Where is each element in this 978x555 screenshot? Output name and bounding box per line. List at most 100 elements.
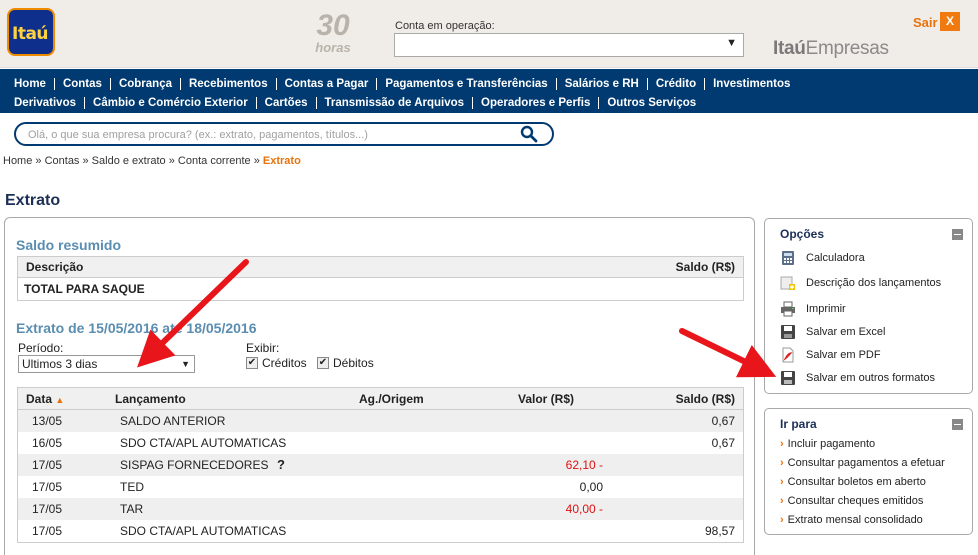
col-descricao: Descrição [26,260,84,274]
nav-item-cobranca[interactable]: Cobrança [109,77,180,90]
nav-item-salarios-e-rh[interactable]: Salários e RH [555,77,647,90]
table-row: 17/05 SDO CTA/APL AUTOMATICAS 98,57 [18,520,743,542]
ir-para-link[interactable]: Consultar boletos em aberto [780,476,926,488]
nav-item-contas-a-pagar[interactable]: Contas a Pagar [275,77,377,90]
opcoes-panel: Opções Calculadora Descrição dos lançamen… [764,218,973,394]
pdf-icon [780,347,796,363]
cell-data: 17/05 [32,502,63,516]
nav-item-cartoes[interactable]: Cartões [255,96,316,109]
logout-link[interactable]: Sair [913,15,938,30]
thirty-hours-badge: 30 horas [311,9,355,55]
nav-item-operadores-e-perfis[interactable]: Operadores e Perfis [472,96,598,109]
col-ag-origem: Ag./Origem [359,392,424,406]
option-salvar-em-excel[interactable]: Salvar em Excel [780,324,885,340]
cell-data: 16/05 [32,436,63,450]
main-nav: Home Contas Cobrança Recebimentos Contas a P… [0,69,978,113]
ir-para-link[interactable]: Extrato mensal consolidado [780,514,923,526]
ir-para-panel: Ir para Incluir pagamento Consultar pagam… [764,408,973,535]
option-salvar-em-outros-formatos[interactable]: Salvar em outros formatos [780,370,935,386]
brand-part-b: Empresas [805,38,889,59]
cell-valor: 40,00 - [565,502,603,516]
opcoes-title: Opções [780,227,825,241]
cell-lancamento: SISPAG FORNECEDORES [120,458,269,472]
help-icon[interactable]: ? [277,457,285,472]
nav-row-2: Derivativos Câmbio e Comércio Exterior Car… [6,93,978,112]
breadcrumb-item[interactable]: Saldo e extrato [92,155,166,167]
nav-item-home[interactable]: Home [6,78,54,90]
ir-para-link[interactable]: Consultar cheques emitidos [780,495,924,507]
check-icon: ✔ [246,357,258,369]
extrato-section-title: Extrato de 15/05/2016 até 18/05/2016 [16,320,257,336]
periodo-value: Ultimos 3 dias [22,357,98,371]
option-descricao-dos-lancamentos[interactable]: Descrição dos lançamentos [780,275,941,291]
table-row: 16/05 SDO CTA/APL AUTOMATICAS 0,67 [18,432,743,454]
cell-saldo: 0,67 [711,414,735,428]
brand-logo: ItaúEmpresas [773,38,889,60]
printer-icon [780,301,796,317]
table-row: 13/05 SALDO ANTERIOR 0,67 [18,410,743,432]
col-saldo: Saldo (R$) [675,260,735,274]
cell-lancamento: SDO CTA/APL AUTOMATICAS [120,524,287,538]
cell-data: 17/05 [32,480,63,494]
cell-valor: 0,00 [579,480,603,494]
close-icon[interactable]: X [940,12,960,31]
nav-item-cambio-e-comercio-exterior[interactable]: Câmbio e Comércio Exterior [84,96,256,109]
cell-lancamento: TAR [120,502,144,516]
cell-data: 17/05 [32,458,63,472]
nav-item-outros-servicos[interactable]: Outros Serviços [598,96,704,109]
col-data[interactable]: Data ▲ [26,392,64,406]
cell-saldo: 98,57 [704,524,735,538]
saldo-row: TOTAL PARA SAQUE [18,277,743,300]
creditos-checkbox[interactable]: ✔ Créditos [246,356,307,370]
search-icon[interactable] [520,125,538,143]
nav-item-transmissao-de-arquivos[interactable]: Transmissão de Arquivos [315,96,473,109]
minimize-icon[interactable] [952,229,963,240]
logo-text: Itaú [12,24,49,44]
nav-item-derivativos[interactable]: Derivativos [6,97,84,109]
nav-item-credito[interactable]: Crédito [646,77,704,90]
saldo-section-title: Saldo resumido [16,237,122,253]
itau-logo[interactable]: Itaú [7,8,55,56]
thirty-label: horas [315,40,351,55]
search-input[interactable] [28,126,508,143]
check-icon: ✔ [317,357,329,369]
brand-part-a: Itaú [773,38,806,59]
periodo-select[interactable]: Ultimos 3 dias ▼ [18,355,195,373]
periodo-label: Período: [18,341,64,355]
breadcrumb-separator: » [79,155,92,167]
breadcrumb-current: Extrato [262,155,301,167]
save-excel-icon [780,324,796,340]
header: Itaú 30 horas Conta em operação: ▼ ItaúE… [0,0,978,68]
option-calculadora[interactable]: Calculadora [780,250,865,266]
breadcrumb-separator: » [165,155,178,167]
ir-para-link[interactable]: Consultar pagamentos a efetuar [780,457,945,469]
nav-item-recebimentos[interactable]: Recebimentos [179,77,276,90]
main-panel: Saldo resumido Descrição Saldo (R$) TOTA… [4,217,755,555]
debitos-checkbox[interactable]: ✔ Débitos [317,356,374,370]
thirty-number: 30 [316,9,350,42]
exibir-label: Exibir: [246,341,280,355]
option-salvar-em-pdf[interactable]: Salvar em PDF [780,347,881,363]
table-row: 17/05 TAR 40,00 - [18,498,743,520]
ir-para-link[interactable]: Incluir pagamento [780,438,875,450]
cell-valor: 62,10 - [565,458,603,472]
creditos-label: Créditos [262,356,307,370]
nav-item-contas[interactable]: Contas [53,77,110,90]
cell-lancamento: SALDO ANTERIOR [120,414,226,428]
breadcrumb-item[interactable]: Home [3,155,32,167]
option-label: Salvar em outros formatos [806,372,935,384]
extrato-rows: 13/05 SALDO ANTERIOR 0,67 16/05 SDO CTA/APL … [18,410,743,542]
breadcrumb-item[interactable]: Conta corrente [178,155,251,167]
nav-item-investimentos[interactable]: Investimentos [704,77,798,90]
nav-item-pagamentos-e-transferencias[interactable]: Pagamentos e Transferências [376,77,555,90]
chevron-down-icon: ▼ [726,37,737,49]
saldo-table: Descrição Saldo (R$) TOTAL PARA SAQUE [17,256,744,301]
sort-asc-icon: ▲ [55,395,65,405]
option-imprimir[interactable]: Imprimir [780,301,846,317]
breadcrumb-item[interactable]: Contas [45,155,80,167]
account-label: Conta em operação: [395,20,495,32]
account-select[interactable]: ▼ [394,33,744,57]
breadcrumb-separator: » [250,155,263,167]
minimize-icon[interactable] [952,419,963,430]
option-label: Salvar em PDF [806,349,881,361]
